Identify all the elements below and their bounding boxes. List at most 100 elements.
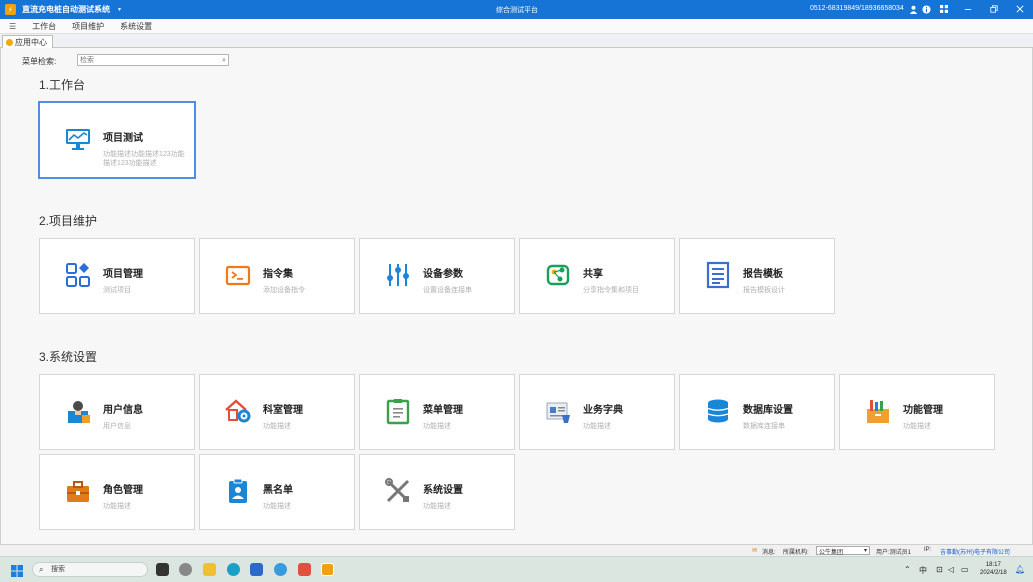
menu-item-system-settings[interactable]: 系统设置 [120, 21, 152, 32]
card-role-management-desc: 功能描述 [103, 503, 131, 510]
file-explorer-icon[interactable] [203, 563, 216, 576]
briefcase-icon [64, 477, 92, 505]
user-icon[interactable] [907, 3, 919, 15]
section-title-system-settings: 3.系统设置 [39, 350, 98, 364]
company-link[interactable]: 吉事勤(苏州)电子有限公司 [940, 547, 1010, 556]
card-device-parameters[interactable]: 设备参数 设置设备连接串 [359, 238, 515, 314]
volume-icon[interactable]: ◁ [948, 565, 954, 574]
toolbox-icon [864, 397, 892, 425]
card-share-desc: 分享指令集和项目 [583, 287, 639, 294]
card-menu-management-desc: 功能描述 [423, 423, 451, 430]
section-title-workbench: 1.工作台 [39, 78, 86, 92]
card-department-management-name: 科室管理 [263, 405, 303, 416]
search-icon[interactable]: ⌕ [222, 55, 226, 66]
os-taskbar: ⌕ 搜索 ⌃ 中 ⊡ ◁ ▭ 18:17 2024/2/18 🔔︎ [0, 556, 1033, 582]
taskbar-search-label: 搜索 [51, 566, 65, 573]
taskbar-search-input[interactable]: ⌕ 搜索 [32, 562, 148, 577]
contact-phone: 0512-68319849/18936658034 [810, 5, 904, 12]
app-menu-dropdown-icon[interactable]: ▾ [118, 6, 121, 13]
tab-bar: 应用中心 [0, 34, 1033, 49]
notification-bell-icon[interactable]: 🔔︎ [1015, 565, 1025, 574]
battery-icon[interactable]: ▭ [961, 565, 969, 574]
menu-item-project-maintenance[interactable]: 项目维护 [72, 21, 104, 32]
org-label: 所属机构: [783, 550, 809, 556]
card-database-settings-name: 数据库设置 [743, 405, 793, 416]
department-icon [224, 397, 252, 425]
network-icon[interactable]: ⊡ [936, 565, 943, 574]
card-function-management-name: 功能管理 [903, 405, 943, 416]
database-icon [704, 397, 732, 425]
card-device-parameters-desc: 设置设备连接串 [423, 287, 472, 294]
ime-indicator[interactable]: 中 [919, 565, 927, 576]
menu-item-workbench[interactable]: 工作台 [32, 21, 56, 32]
card-project-test[interactable]: 项目测试 功能描述功能描述123功能描述123功能描述 [39, 102, 195, 178]
card-business-dictionary[interactable]: 业务字典 功能描述 [519, 374, 675, 450]
menu-search-input[interactable]: 检索 ⌕ [77, 54, 229, 66]
ip-label: IP: [924, 547, 932, 553]
card-user-info[interactable]: 用户信息 用户信息 [39, 374, 195, 450]
card-department-management-desc: 功能描述 [263, 423, 291, 430]
clock-date: 2024/2/18 [980, 570, 1007, 576]
card-system-settings[interactable]: 系统设置 功能描述 [359, 454, 515, 530]
sliders-icon [384, 261, 412, 289]
menu-search-placeholder: 检索 [80, 57, 94, 64]
app-icon[interactable] [274, 563, 287, 576]
card-database-settings[interactable]: 数据库设置 数据库连接串 [679, 374, 835, 450]
card-blacklist[interactable]: 黑名单 功能描述 [199, 454, 355, 530]
store-icon[interactable] [250, 563, 263, 576]
dictionary-icon [544, 397, 572, 425]
card-project-management-name: 项目管理 [103, 269, 143, 280]
window-center-title: 综合测试平台 [496, 7, 538, 14]
status-bar: ✉ 消息: 所属机构: 公牛集团 ▾ 用户:测试员1 IP: 吉事勤(苏州)电子… [0, 544, 1033, 556]
minimize-icon[interactable] [962, 3, 974, 15]
card-business-dictionary-desc: 功能描述 [583, 423, 611, 430]
apps-icon [64, 261, 92, 289]
task-view-icon[interactable] [156, 563, 169, 576]
clipboard-icon [384, 397, 412, 425]
message-icon[interactable]: ✉ [752, 547, 757, 554]
section-title-project-maintenance: 2.项目维护 [39, 214, 98, 228]
card-user-info-desc: 用户信息 [103, 423, 131, 430]
card-function-management[interactable]: 功能管理 功能描述 [839, 374, 995, 450]
tab-app-center-icon [6, 39, 13, 46]
card-business-dictionary-name: 业务字典 [583, 405, 623, 416]
tab-app-center[interactable]: 应用中心 [2, 35, 53, 49]
card-share[interactable]: 共享 分享指令集和项目 [519, 238, 675, 314]
hamburger-menu-icon[interactable]: ☰ [9, 22, 16, 31]
card-database-settings-desc: 数据库连接串 [743, 423, 785, 430]
taskbar-clock[interactable]: 18:17 2024/2/18 [980, 561, 1007, 577]
grid-icon[interactable] [938, 3, 950, 15]
app-title: 直流充电桩自动测试系统 [22, 5, 110, 14]
card-instruction-set[interactable]: 指令集 添加设备指令 [199, 238, 355, 314]
org-select[interactable]: 公牛集团 ▾ [816, 546, 870, 556]
clock-time: 18:17 [985, 562, 1001, 568]
card-blacklist-name: 黑名单 [263, 485, 293, 496]
monitor-chart-icon [64, 125, 92, 153]
info-icon[interactable] [920, 3, 932, 15]
chrome-icon[interactable] [179, 563, 192, 576]
restore-icon[interactable] [988, 3, 1000, 15]
user-info-icon [64, 397, 92, 425]
card-system-settings-desc: 功能描述 [423, 503, 451, 510]
close-icon[interactable] [1014, 3, 1026, 15]
edge-icon[interactable] [227, 563, 240, 576]
menu-bar: ☰ 工作台 项目维护 系统设置 [0, 19, 1033, 34]
chevron-down-icon: ▾ [863, 548, 867, 554]
app-center-content: 菜单检索: 检索 ⌕ 1.工作台 项目测试 功能描述功能描述123功能描述123… [0, 48, 1033, 544]
menu-search-label: 菜单检索: [22, 57, 57, 66]
message-label: 消息: [762, 550, 776, 556]
card-report-template[interactable]: 报告模板 报告模板设计 [679, 238, 835, 314]
windows-start-icon[interactable] [11, 564, 23, 577]
card-department-management[interactable]: 科室管理 功能描述 [199, 374, 355, 450]
card-project-management-desc: 测试项目 [103, 287, 131, 294]
test-system-app-icon[interactable] [321, 563, 334, 576]
card-menu-management-name: 菜单管理 [423, 405, 463, 416]
card-role-management[interactable]: 角色管理 功能描述 [39, 454, 195, 530]
card-menu-management[interactable]: 菜单管理 功能描述 [359, 374, 515, 450]
tab-app-center-label: 应用中心 [15, 38, 47, 47]
card-blacklist-desc: 功能描述 [263, 503, 291, 510]
card-project-management[interactable]: 项目管理 测试项目 [39, 238, 195, 314]
blacklist-icon [224, 477, 252, 505]
paint-icon[interactable] [298, 563, 311, 576]
tray-expand-icon[interactable]: ⌃ [904, 565, 911, 574]
